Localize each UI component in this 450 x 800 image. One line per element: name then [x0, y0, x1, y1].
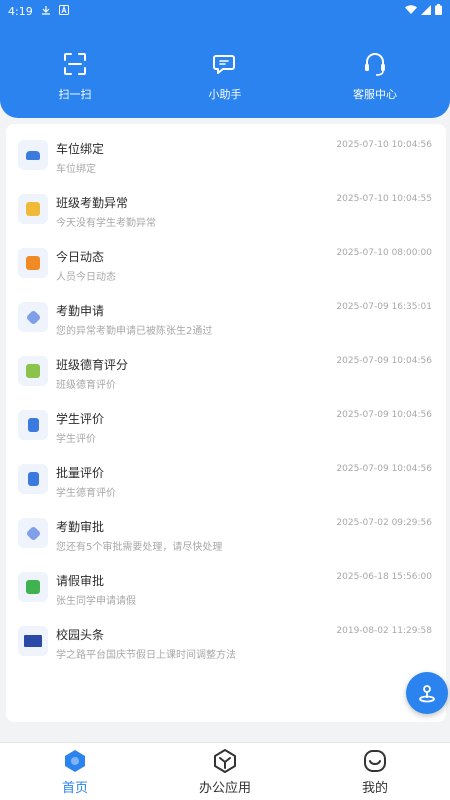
message-time: 2019-08-02 11:29:58 — [336, 626, 432, 636]
scan-icon — [64, 53, 86, 75]
attendance-warning-icon — [18, 194, 48, 224]
list-item[interactable]: 学生评价 学生评价 2025-07-09 10:04:56 — [6, 394, 446, 448]
message-time: 2025-07-09 16:35:01 — [336, 302, 432, 312]
message-time: 2025-07-09 10:04:56 — [336, 410, 432, 420]
home-icon — [65, 750, 85, 772]
list-item[interactable]: 请假审批 张生同学申请请假 2025-06-18 15:56:00 — [6, 556, 446, 610]
message-title: 请假审批 — [56, 574, 105, 588]
message-title: 学生评价 — [56, 412, 105, 426]
message-time: 2025-07-09 10:04:56 — [336, 464, 432, 474]
list-item[interactable]: 今日动态 人员今日动态 2025-07-10 08:00:00 — [6, 232, 446, 286]
message-time: 2025-07-10 08:00:00 — [336, 248, 432, 258]
bottom-nav: 首页 办公应用 我的 — [0, 742, 450, 800]
tab-home-label: 首页 — [61, 781, 88, 796]
location-fab-button[interactable] — [406, 672, 448, 714]
cube-icon — [18, 302, 48, 332]
status-bar: 4:19 — [0, 0, 450, 22]
leave-icon — [18, 572, 48, 602]
chat-icon — [213, 55, 235, 74]
customer-service-button[interactable]: 客服中心 — [300, 50, 450, 110]
message-subtitle: 车位绑定 — [56, 164, 96, 175]
quick-actions: 扫一扫 小助手 客服中心 — [0, 50, 450, 110]
list-item[interactable]: 车位绑定 车位绑定 2025-07-10 10:04:56 — [6, 124, 446, 178]
tab-office-apps-label: 办公应用 — [198, 781, 251, 796]
message-subtitle: 您的异常考勤申请已被陈张生2通过 — [56, 326, 213, 337]
message-title: 班级考勤异常 — [56, 196, 129, 210]
scan-label: 扫一扫 — [58, 88, 92, 101]
list-item[interactable]: 考勤审批 您还有5个审批需要处理，请尽快处理 2025-07-02 09:29:… — [6, 502, 446, 556]
message-subtitle: 学生德育评价 — [56, 488, 116, 499]
list-item[interactable]: 批量评价 学生德育评价 2025-07-09 10:04:56 — [6, 448, 446, 502]
customer-service-label: 客服中心 — [353, 88, 397, 101]
cube-icon — [18, 518, 48, 548]
headset-icon — [365, 53, 385, 76]
list-item[interactable]: 班级德育评分 班级德育评价 2025-07-09 10:04:56 — [6, 340, 446, 394]
message-time: 2025-07-09 10:04:56 — [336, 356, 432, 366]
message-subtitle: 班级德育评价 — [56, 380, 116, 391]
status-time: 4:19 — [8, 4, 33, 18]
student-eval-icon — [18, 410, 48, 440]
assistant-label: 小助手 — [208, 88, 242, 101]
assistant-button[interactable]: 小助手 — [150, 50, 300, 110]
message-title: 考勤申请 — [56, 304, 105, 318]
message-title: 校园头条 — [56, 628, 105, 642]
message-time: 2025-07-02 09:29:56 — [336, 518, 432, 528]
message-title: 批量评价 — [56, 466, 105, 480]
download-icon — [41, 5, 51, 18]
car-icon — [18, 140, 48, 170]
list-item[interactable]: 班级考勤异常 今天没有学生考勤异常 2025-07-10 10:04:55 — [6, 178, 446, 232]
header: 4:19 扫一扫 小助手 客服中心 — [0, 0, 450, 118]
tab-profile-label: 我的 — [361, 781, 388, 796]
message-subtitle: 张生同学申请请假 — [56, 596, 136, 607]
message-title: 今日动态 — [56, 250, 105, 264]
message-subtitle: 学之路平台国庆节假日上课时间调整方法 — [56, 650, 236, 661]
batch-eval-icon — [18, 464, 48, 494]
message-time: 2025-06-18 15:56:00 — [336, 572, 432, 582]
location-pin-icon — [419, 685, 435, 703]
signal-icon — [421, 4, 431, 18]
notification-a-icon — [58, 4, 69, 18]
grade-icon — [18, 356, 48, 386]
news-icon — [18, 626, 48, 656]
message-title: 考勤审批 — [56, 520, 105, 534]
message-time: 2025-07-10 10:04:56 — [336, 140, 432, 150]
message-subtitle: 今天没有学生考勤异常 — [56, 218, 156, 229]
message-subtitle: 您还有5个审批需要处理，请尽快处理 — [56, 542, 223, 553]
profile-icon — [364, 750, 386, 772]
list-item[interactable]: 校园头条 学之路平台国庆节假日上课时间调整方法 2019-08-02 11:29… — [6, 610, 446, 664]
wifi-icon — [405, 4, 417, 18]
tab-profile[interactable]: 我的 — [300, 743, 450, 800]
tab-home[interactable]: 首页 — [0, 743, 150, 800]
office-apps-icon — [214, 749, 236, 773]
battery-icon — [435, 4, 442, 18]
message-title: 车位绑定 — [56, 142, 105, 156]
message-title: 班级德育评分 — [56, 358, 129, 372]
list-item[interactable]: 考勤申请 您的异常考勤申请已被陈张生2通过 2025-07-09 16:35:0… — [6, 286, 446, 340]
message-subtitle: 人员今日动态 — [56, 272, 116, 283]
message-time: 2025-07-10 10:04:55 — [336, 194, 432, 204]
tab-office-apps[interactable]: 办公应用 — [150, 743, 300, 800]
scan-button[interactable]: 扫一扫 — [0, 50, 150, 110]
message-list: 车位绑定 车位绑定 2025-07-10 10:04:56 班级考勤异常 今天没… — [6, 124, 446, 722]
message-subtitle: 学生评价 — [56, 434, 96, 445]
activity-icon — [18, 248, 48, 278]
